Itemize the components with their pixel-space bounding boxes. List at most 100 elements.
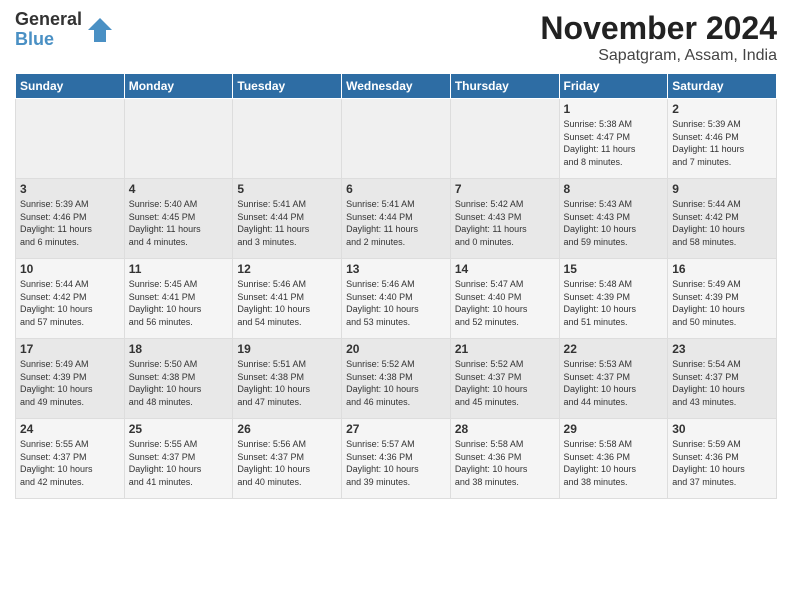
- day-number: 18: [129, 342, 229, 356]
- day-number: 11: [129, 262, 229, 276]
- day-number: 16: [672, 262, 772, 276]
- day-content: Sunrise: 5:56 AM Sunset: 4:37 PM Dayligh…: [237, 439, 310, 487]
- day-content: Sunrise: 5:54 AM Sunset: 4:37 PM Dayligh…: [672, 359, 745, 407]
- title-block: November 2024 Sapatgram, Assam, India: [540, 10, 777, 65]
- table-row: 16 Sunrise: 5:49 AM Sunset: 4:39 PM Dayli…: [668, 259, 777, 339]
- header: General Blue November 2024 Sapatgram, As…: [15, 10, 777, 65]
- calendar-table: Sunday Monday Tuesday Wednesday Thursday…: [15, 73, 777, 499]
- main-title: November 2024: [540, 10, 777, 47]
- logo: General Blue: [15, 10, 114, 50]
- day-number: 23: [672, 342, 772, 356]
- table-row: 2Sunrise: 5:39 AM Sunset: 4:46 PM Daylig…: [668, 99, 777, 179]
- table-row: 27 Sunrise: 5:57 AM Sunset: 4:36 PM Dayli…: [342, 419, 451, 499]
- table-row: 11 Sunrise: 5:45 AM Sunset: 4:41 PM Dayli…: [124, 259, 233, 339]
- day-content: Sunrise: 5:48 AM Sunset: 4:39 PM Dayligh…: [564, 279, 637, 327]
- table-row: 23 Sunrise: 5:54 AM Sunset: 4:37 PM Dayli…: [668, 339, 777, 419]
- day-content: Sunrise: 5:38 AM Sunset: 4:47 PM Dayligh…: [564, 119, 636, 167]
- table-row: 6 Sunrise: 5:41 AM Sunset: 4:44 PM Daylig…: [342, 179, 451, 259]
- table-row: 10Sunrise: 5:44 AM Sunset: 4:42 PM Dayli…: [16, 259, 125, 339]
- day-content: Sunrise: 5:43 AM Sunset: 4:43 PM Dayligh…: [564, 199, 637, 247]
- day-content: Sunrise: 5:40 AM Sunset: 4:45 PM Dayligh…: [129, 199, 201, 247]
- day-content: Sunrise: 5:44 AM Sunset: 4:42 PM Dayligh…: [672, 199, 745, 247]
- day-content: Sunrise: 5:49 AM Sunset: 4:39 PM Dayligh…: [672, 279, 745, 327]
- day-content: Sunrise: 5:52 AM Sunset: 4:37 PM Dayligh…: [455, 359, 528, 407]
- day-number: 7: [455, 182, 555, 196]
- day-content: Sunrise: 5:53 AM Sunset: 4:37 PM Dayligh…: [564, 359, 637, 407]
- table-row: 15 Sunrise: 5:48 AM Sunset: 4:39 PM Dayli…: [559, 259, 668, 339]
- day-number: 3: [20, 182, 120, 196]
- day-content: Sunrise: 5:41 AM Sunset: 4:44 PM Dayligh…: [237, 199, 309, 247]
- calendar-body: 1Sunrise: 5:38 AM Sunset: 4:47 PM Daylig…: [16, 99, 777, 499]
- day-number: 4: [129, 182, 229, 196]
- table-row: 29 Sunrise: 5:58 AM Sunset: 4:36 PM Dayli…: [559, 419, 668, 499]
- day-content: Sunrise: 5:57 AM Sunset: 4:36 PM Dayligh…: [346, 439, 419, 487]
- calendar-header-row: Sunday Monday Tuesday Wednesday Thursday…: [16, 74, 777, 99]
- table-row: 18 Sunrise: 5:50 AM Sunset: 4:38 PM Dayli…: [124, 339, 233, 419]
- day-number: 21: [455, 342, 555, 356]
- table-row: 3 Sunrise: 5:39 AM Sunset: 4:46 PM Daylig…: [16, 179, 125, 259]
- day-content: Sunrise: 5:44 AM Sunset: 4:42 PM Dayligh…: [20, 279, 93, 327]
- day-number: 6: [346, 182, 446, 196]
- day-content: Sunrise: 5:49 AM Sunset: 4:39 PM Dayligh…: [20, 359, 93, 407]
- table-row: 8Sunrise: 5:43 AM Sunset: 4:43 PM Daylig…: [559, 179, 668, 259]
- day-content: Sunrise: 5:45 AM Sunset: 4:41 PM Dayligh…: [129, 279, 202, 327]
- day-content: Sunrise: 5:51 AM Sunset: 4:38 PM Dayligh…: [237, 359, 310, 407]
- day-content: Sunrise: 5:46 AM Sunset: 4:40 PM Dayligh…: [346, 279, 419, 327]
- table-row: 17 Sunrise: 5:49 AM Sunset: 4:39 PM Dayli…: [16, 339, 125, 419]
- table-row: 5 Sunrise: 5:41 AM Sunset: 4:44 PM Daylig…: [233, 179, 342, 259]
- day-number: 22: [564, 342, 664, 356]
- col-monday: Monday: [124, 74, 233, 99]
- day-number: 14: [455, 262, 555, 276]
- day-content: Sunrise: 5:47 AM Sunset: 4:40 PM Dayligh…: [455, 279, 528, 327]
- day-number: 17: [20, 342, 120, 356]
- table-row: 21 Sunrise: 5:52 AM Sunset: 4:37 PM Dayli…: [450, 339, 559, 419]
- day-content: Sunrise: 5:42 AM Sunset: 4:43 PM Dayligh…: [455, 199, 527, 247]
- day-number: 9: [672, 182, 772, 196]
- page-container: General Blue November 2024 Sapatgram, As…: [0, 0, 792, 504]
- logo-arrow-icon: [86, 16, 114, 44]
- day-content: Sunrise: 5:46 AM Sunset: 4:41 PM Dayligh…: [237, 279, 310, 327]
- table-row: 19 Sunrise: 5:51 AM Sunset: 4:38 PM Dayli…: [233, 339, 342, 419]
- col-friday: Friday: [559, 74, 668, 99]
- day-content: Sunrise: 5:55 AM Sunset: 4:37 PM Dayligh…: [129, 439, 202, 487]
- day-content: Sunrise: 5:50 AM Sunset: 4:38 PM Dayligh…: [129, 359, 202, 407]
- day-number: 29: [564, 422, 664, 436]
- day-content: Sunrise: 5:39 AM Sunset: 4:46 PM Dayligh…: [20, 199, 92, 247]
- day-content: Sunrise: 5:55 AM Sunset: 4:37 PM Dayligh…: [20, 439, 93, 487]
- col-thursday: Thursday: [450, 74, 559, 99]
- day-content: Sunrise: 5:58 AM Sunset: 4:36 PM Dayligh…: [455, 439, 528, 487]
- day-number: 20: [346, 342, 446, 356]
- table-row: [342, 99, 451, 179]
- table-row: 9 Sunrise: 5:44 AM Sunset: 4:42 PM Daylig…: [668, 179, 777, 259]
- table-row: [233, 99, 342, 179]
- table-row: 20Sunrise: 5:52 AM Sunset: 4:38 PM Dayli…: [342, 339, 451, 419]
- table-row: 7 Sunrise: 5:42 AM Sunset: 4:43 PM Daylig…: [450, 179, 559, 259]
- day-number: 25: [129, 422, 229, 436]
- day-number: 2: [672, 102, 772, 116]
- calendar-week-row: 10Sunrise: 5:44 AM Sunset: 4:42 PM Dayli…: [16, 259, 777, 339]
- day-content: Sunrise: 5:41 AM Sunset: 4:44 PM Dayligh…: [346, 199, 418, 247]
- calendar-week-row: 24 Sunrise: 5:55 AM Sunset: 4:37 PM Dayli…: [16, 419, 777, 499]
- table-row: 22 Sunrise: 5:53 AM Sunset: 4:37 PM Dayli…: [559, 339, 668, 419]
- subtitle: Sapatgram, Assam, India: [540, 47, 777, 65]
- table-row: 30Sunrise: 5:59 AM Sunset: 4:36 PM Dayli…: [668, 419, 777, 499]
- table-row: 14 Sunrise: 5:47 AM Sunset: 4:40 PM Dayli…: [450, 259, 559, 339]
- day-number: 27: [346, 422, 446, 436]
- table-row: 12 Sunrise: 5:46 AM Sunset: 4:41 PM Dayli…: [233, 259, 342, 339]
- day-number: 24: [20, 422, 120, 436]
- table-row: [450, 99, 559, 179]
- calendar-week-row: 3 Sunrise: 5:39 AM Sunset: 4:46 PM Daylig…: [16, 179, 777, 259]
- table-row: 1Sunrise: 5:38 AM Sunset: 4:47 PM Daylig…: [559, 99, 668, 179]
- day-number: 12: [237, 262, 337, 276]
- day-number: 26: [237, 422, 337, 436]
- table-row: 4 Sunrise: 5:40 AM Sunset: 4:45 PM Daylig…: [124, 179, 233, 259]
- col-wednesday: Wednesday: [342, 74, 451, 99]
- day-number: 5: [237, 182, 337, 196]
- table-row: [16, 99, 125, 179]
- calendar-week-row: 17 Sunrise: 5:49 AM Sunset: 4:39 PM Dayli…: [16, 339, 777, 419]
- day-number: 15: [564, 262, 664, 276]
- day-content: Sunrise: 5:58 AM Sunset: 4:36 PM Dayligh…: [564, 439, 637, 487]
- day-number: 19: [237, 342, 337, 356]
- col-saturday: Saturday: [668, 74, 777, 99]
- day-number: 13: [346, 262, 446, 276]
